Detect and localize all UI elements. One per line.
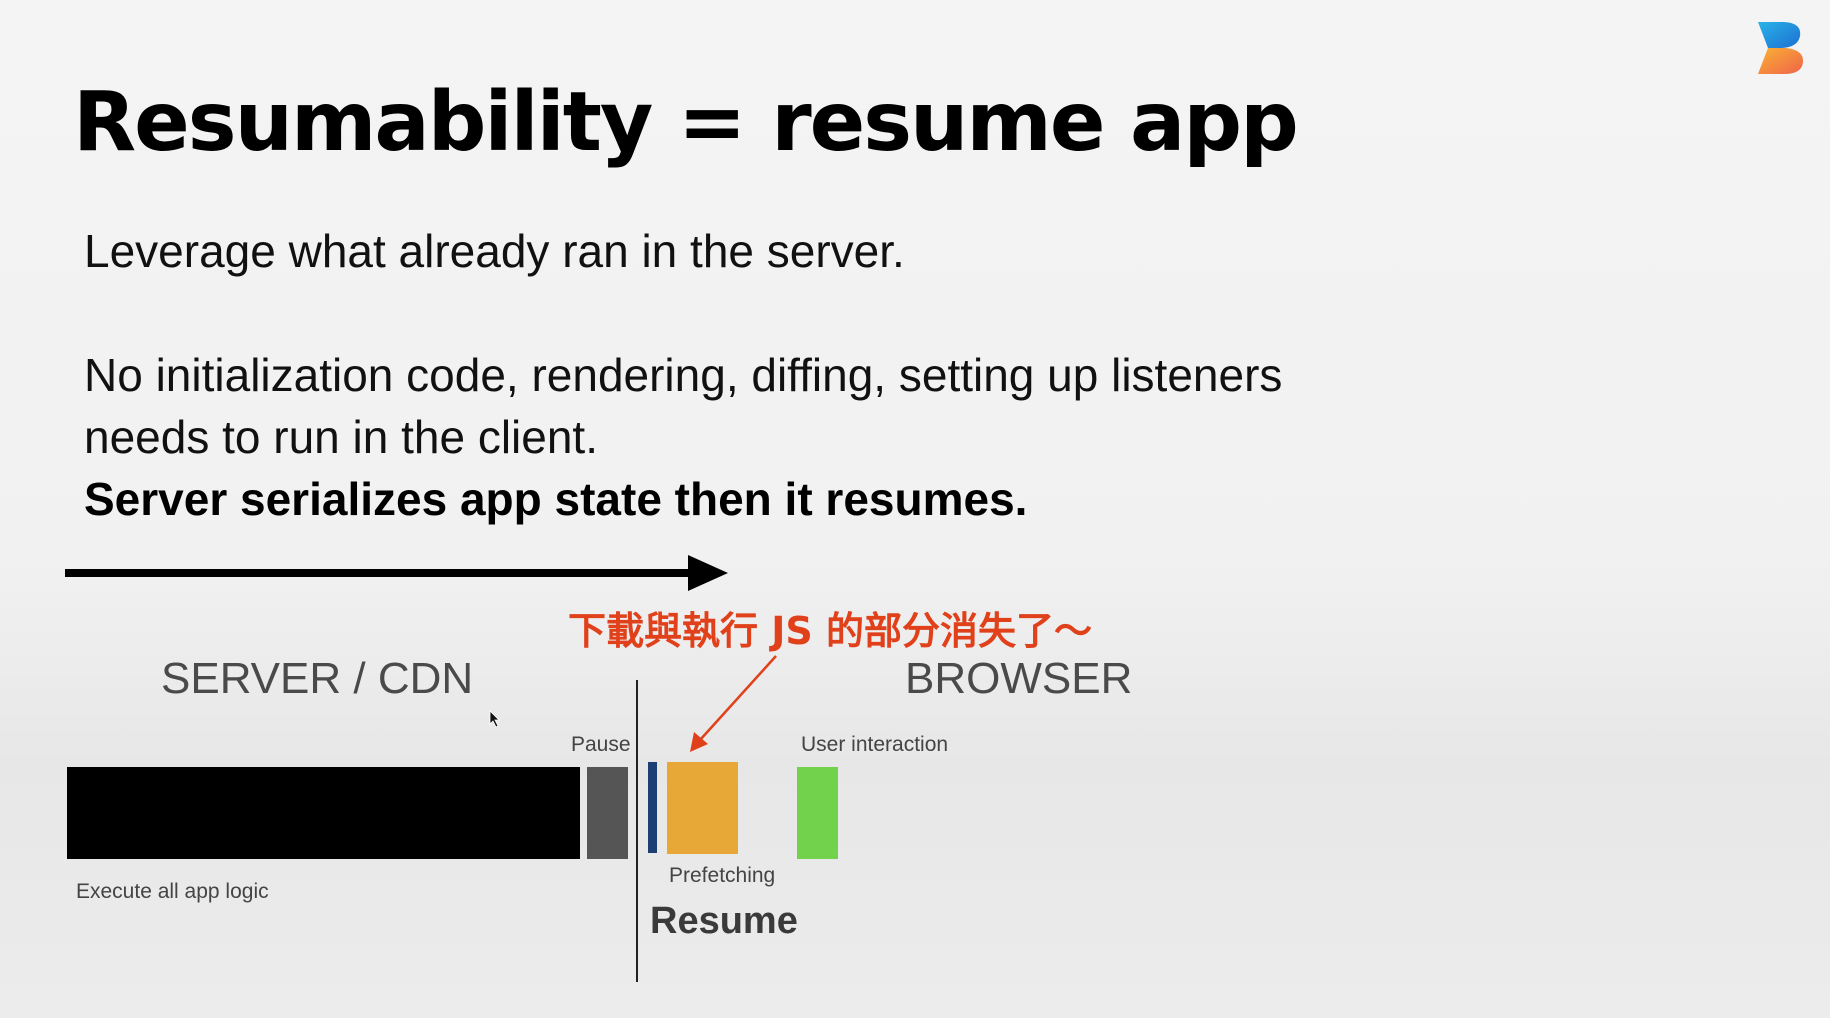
paragraph-leverage: Leverage what already ran in the server.	[84, 225, 905, 277]
paragraph-no-init: No initialization code, rendering, diffi…	[84, 349, 1283, 401]
resume-label: Resume	[650, 900, 798, 942]
prefetching-label: Prefetching	[669, 864, 776, 887]
mouse-cursor-icon	[489, 710, 500, 728]
annotation-text: 下載與執行 JS 的部分消失了～	[568, 609, 1092, 653]
brand-logo-icon	[1758, 22, 1804, 74]
server-cdn-label: SERVER / CDN	[161, 654, 474, 703]
timeline-arrow-icon	[65, 555, 728, 591]
annotation-arrow-icon	[690, 655, 777, 752]
execute-label: Execute all app logic	[76, 880, 269, 903]
paragraph-emphasis: Server serializes app state then it resu…	[84, 473, 1028, 525]
resume-marker	[648, 762, 657, 853]
slide: Resumability = resume app Leverage what …	[0, 0, 1830, 1018]
pause-label: Pause	[571, 733, 631, 756]
execute-bar	[67, 767, 580, 859]
browser-label: BROWSER	[905, 654, 1133, 703]
prefetching-bar	[667, 762, 738, 854]
user-interaction-bar	[797, 767, 838, 859]
paragraph-client: needs to run in the client.	[84, 411, 598, 463]
user-interaction-label: User interaction	[801, 733, 949, 756]
pause-bar	[587, 767, 628, 859]
slide-title: Resumability = resume app	[73, 75, 1299, 170]
server-browser-divider	[636, 680, 638, 982]
